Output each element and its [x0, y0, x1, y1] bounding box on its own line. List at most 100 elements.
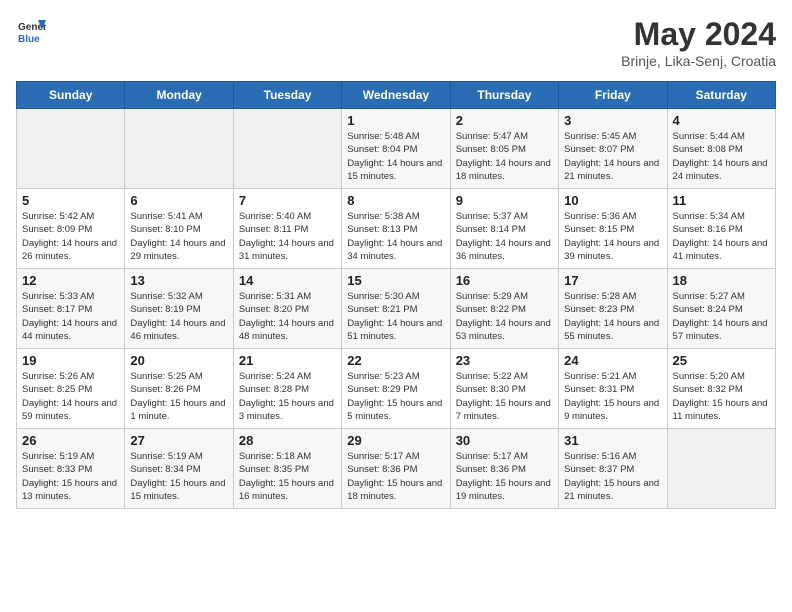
title-block: May 2024 Brinje, Lika-Senj, Croatia	[621, 16, 776, 69]
day-info-line: Sunset: 8:10 PM	[130, 223, 227, 236]
day-number: 20	[130, 353, 227, 368]
calendar-cell: 7Sunrise: 5:40 AMSunset: 8:11 PMDaylight…	[233, 189, 341, 269]
calendar-cell: 5Sunrise: 5:42 AMSunset: 8:09 PMDaylight…	[17, 189, 125, 269]
day-of-week-header: Tuesday	[233, 82, 341, 109]
calendar-cell: 20Sunrise: 5:25 AMSunset: 8:26 PMDayligh…	[125, 349, 233, 429]
logo-icon: General Blue	[16, 16, 44, 44]
day-info-line: Sunrise: 5:30 AM	[347, 290, 444, 303]
calendar-cell: 11Sunrise: 5:34 AMSunset: 8:16 PMDayligh…	[667, 189, 775, 269]
day-info-line: Sunset: 8:33 PM	[22, 463, 119, 476]
day-info-line: Daylight: 14 hours and 15 minutes.	[347, 157, 444, 184]
calendar-cell: 6Sunrise: 5:41 AMSunset: 8:10 PMDaylight…	[125, 189, 233, 269]
calendar-cell	[667, 429, 775, 509]
day-of-week-header: Sunday	[17, 82, 125, 109]
day-info-line: Daylight: 14 hours and 18 minutes.	[456, 157, 553, 184]
day-number: 14	[239, 273, 336, 288]
day-info-line: Daylight: 15 hours and 7 minutes.	[456, 397, 553, 424]
day-info-line: Daylight: 15 hours and 19 minutes.	[456, 477, 553, 504]
day-info-line: Daylight: 14 hours and 34 minutes.	[347, 237, 444, 264]
calendar-cell: 17Sunrise: 5:28 AMSunset: 8:23 PMDayligh…	[559, 269, 667, 349]
day-info-line: Sunrise: 5:34 AM	[673, 210, 770, 223]
calendar-cell: 22Sunrise: 5:23 AMSunset: 8:29 PMDayligh…	[342, 349, 450, 429]
day-info-line: Sunrise: 5:45 AM	[564, 130, 661, 143]
day-of-week-header: Monday	[125, 82, 233, 109]
day-number: 28	[239, 433, 336, 448]
calendar-cell	[125, 109, 233, 189]
day-info-line: Sunset: 8:28 PM	[239, 383, 336, 396]
day-number: 6	[130, 193, 227, 208]
calendar-cell: 31 Sunrise: 5:16 AMSunset: 8:37 PMDayligh…	[559, 429, 667, 509]
calendar-cell: 8Sunrise: 5:38 AMSunset: 8:13 PMDaylight…	[342, 189, 450, 269]
day-info-line: Sunrise: 5:20 AM	[673, 370, 770, 383]
day-info-line: Sunrise: 5:47 AM	[456, 130, 553, 143]
day-of-week-header: Thursday	[450, 82, 558, 109]
day-info-line: Sunrise: 5:23 AM	[347, 370, 444, 383]
day-info-line: Sunrise: 5:42 AM	[22, 210, 119, 223]
calendar-cell: 24Sunrise: 5:21 AMSunset: 8:31 PMDayligh…	[559, 349, 667, 429]
day-of-week-header: Friday	[559, 82, 667, 109]
calendar-cell: 3Sunrise: 5:45 AMSunset: 8:07 PMDaylight…	[559, 109, 667, 189]
day-info-line: Daylight: 14 hours and 41 minutes.	[673, 237, 770, 264]
day-info-line: Sunrise: 5:26 AM	[22, 370, 119, 383]
day-number: 23	[456, 353, 553, 368]
day-number: 13	[130, 273, 227, 288]
day-info-line: Sunrise: 5:37 AM	[456, 210, 553, 223]
day-info-line: Daylight: 14 hours and 57 minutes.	[673, 317, 770, 344]
day-of-week-header: Wednesday	[342, 82, 450, 109]
day-info-line: Daylight: 14 hours and 29 minutes.	[130, 237, 227, 264]
day-info-line: Sunset: 8:36 PM	[456, 463, 553, 476]
day-info-line: Sunrise: 5:29 AM	[456, 290, 553, 303]
day-number: 11	[673, 193, 770, 208]
day-info-line: Sunrise: 5:38 AM	[347, 210, 444, 223]
day-number: 19	[22, 353, 119, 368]
calendar-cell: 2Sunrise: 5:47 AMSunset: 8:05 PMDaylight…	[450, 109, 558, 189]
day-info-line: Daylight: 15 hours and 15 minutes.	[130, 477, 227, 504]
calendar-cell: 15Sunrise: 5:30 AMSunset: 8:21 PMDayligh…	[342, 269, 450, 349]
day-info-line: Sunset: 8:19 PM	[130, 303, 227, 316]
day-number: 29	[347, 433, 444, 448]
day-info-line: Sunset: 8:34 PM	[130, 463, 227, 476]
day-info-line: Sunset: 8:37 PM	[564, 463, 661, 476]
calendar-cell: 19Sunrise: 5:26 AMSunset: 8:25 PMDayligh…	[17, 349, 125, 429]
day-info-line: Daylight: 14 hours and 55 minutes.	[564, 317, 661, 344]
day-info-line: Sunrise: 5:24 AM	[239, 370, 336, 383]
month-title: May 2024	[621, 16, 776, 53]
day-info-line: Sunset: 8:26 PM	[130, 383, 227, 396]
day-number: 10	[564, 193, 661, 208]
day-info-line: Sunrise: 5:33 AM	[22, 290, 119, 303]
day-info-line: Daylight: 15 hours and 11 minutes.	[673, 397, 770, 424]
day-number: 8	[347, 193, 444, 208]
svg-text:Blue: Blue	[18, 34, 40, 45]
day-info-line: Sunrise: 5:17 AM	[456, 450, 553, 463]
calendar-cell: 10Sunrise: 5:36 AMSunset: 8:15 PMDayligh…	[559, 189, 667, 269]
day-number: 4	[673, 113, 770, 128]
day-number: 21	[239, 353, 336, 368]
day-info-line: Sunrise: 5:27 AM	[673, 290, 770, 303]
day-info-line: Daylight: 15 hours and 21 minutes.	[564, 477, 661, 504]
day-info-line: Daylight: 15 hours and 3 minutes.	[239, 397, 336, 424]
day-info-line: Sunset: 8:17 PM	[22, 303, 119, 316]
day-info-line: Sunrise: 5:16 AM	[564, 450, 661, 463]
day-number: 18	[673, 273, 770, 288]
day-info-line: Sunset: 8:04 PM	[347, 143, 444, 156]
day-number: 1	[347, 113, 444, 128]
day-number: 31	[564, 433, 661, 448]
day-info-line: Daylight: 15 hours and 18 minutes.	[347, 477, 444, 504]
day-number: 7	[239, 193, 336, 208]
day-info-line: Sunset: 8:29 PM	[347, 383, 444, 396]
calendar-week-row: 12Sunrise: 5:33 AMSunset: 8:17 PMDayligh…	[17, 269, 776, 349]
day-info-line: Sunset: 8:22 PM	[456, 303, 553, 316]
day-info-line: Sunset: 8:21 PM	[347, 303, 444, 316]
day-info-line: Daylight: 14 hours and 53 minutes.	[456, 317, 553, 344]
day-number: 3	[564, 113, 661, 128]
day-number: 25	[673, 353, 770, 368]
calendar-cell: 12Sunrise: 5:33 AMSunset: 8:17 PMDayligh…	[17, 269, 125, 349]
day-info-line: Daylight: 15 hours and 5 minutes.	[347, 397, 444, 424]
day-info-line: Sunset: 8:07 PM	[564, 143, 661, 156]
page-header: General Blue May 2024 Brinje, Lika-Senj,…	[16, 16, 776, 69]
day-info-line: Sunset: 8:20 PM	[239, 303, 336, 316]
day-info-line: Sunset: 8:05 PM	[456, 143, 553, 156]
day-info-line: Sunrise: 5:19 AM	[22, 450, 119, 463]
day-info-line: Sunset: 8:30 PM	[456, 383, 553, 396]
calendar-cell	[233, 109, 341, 189]
